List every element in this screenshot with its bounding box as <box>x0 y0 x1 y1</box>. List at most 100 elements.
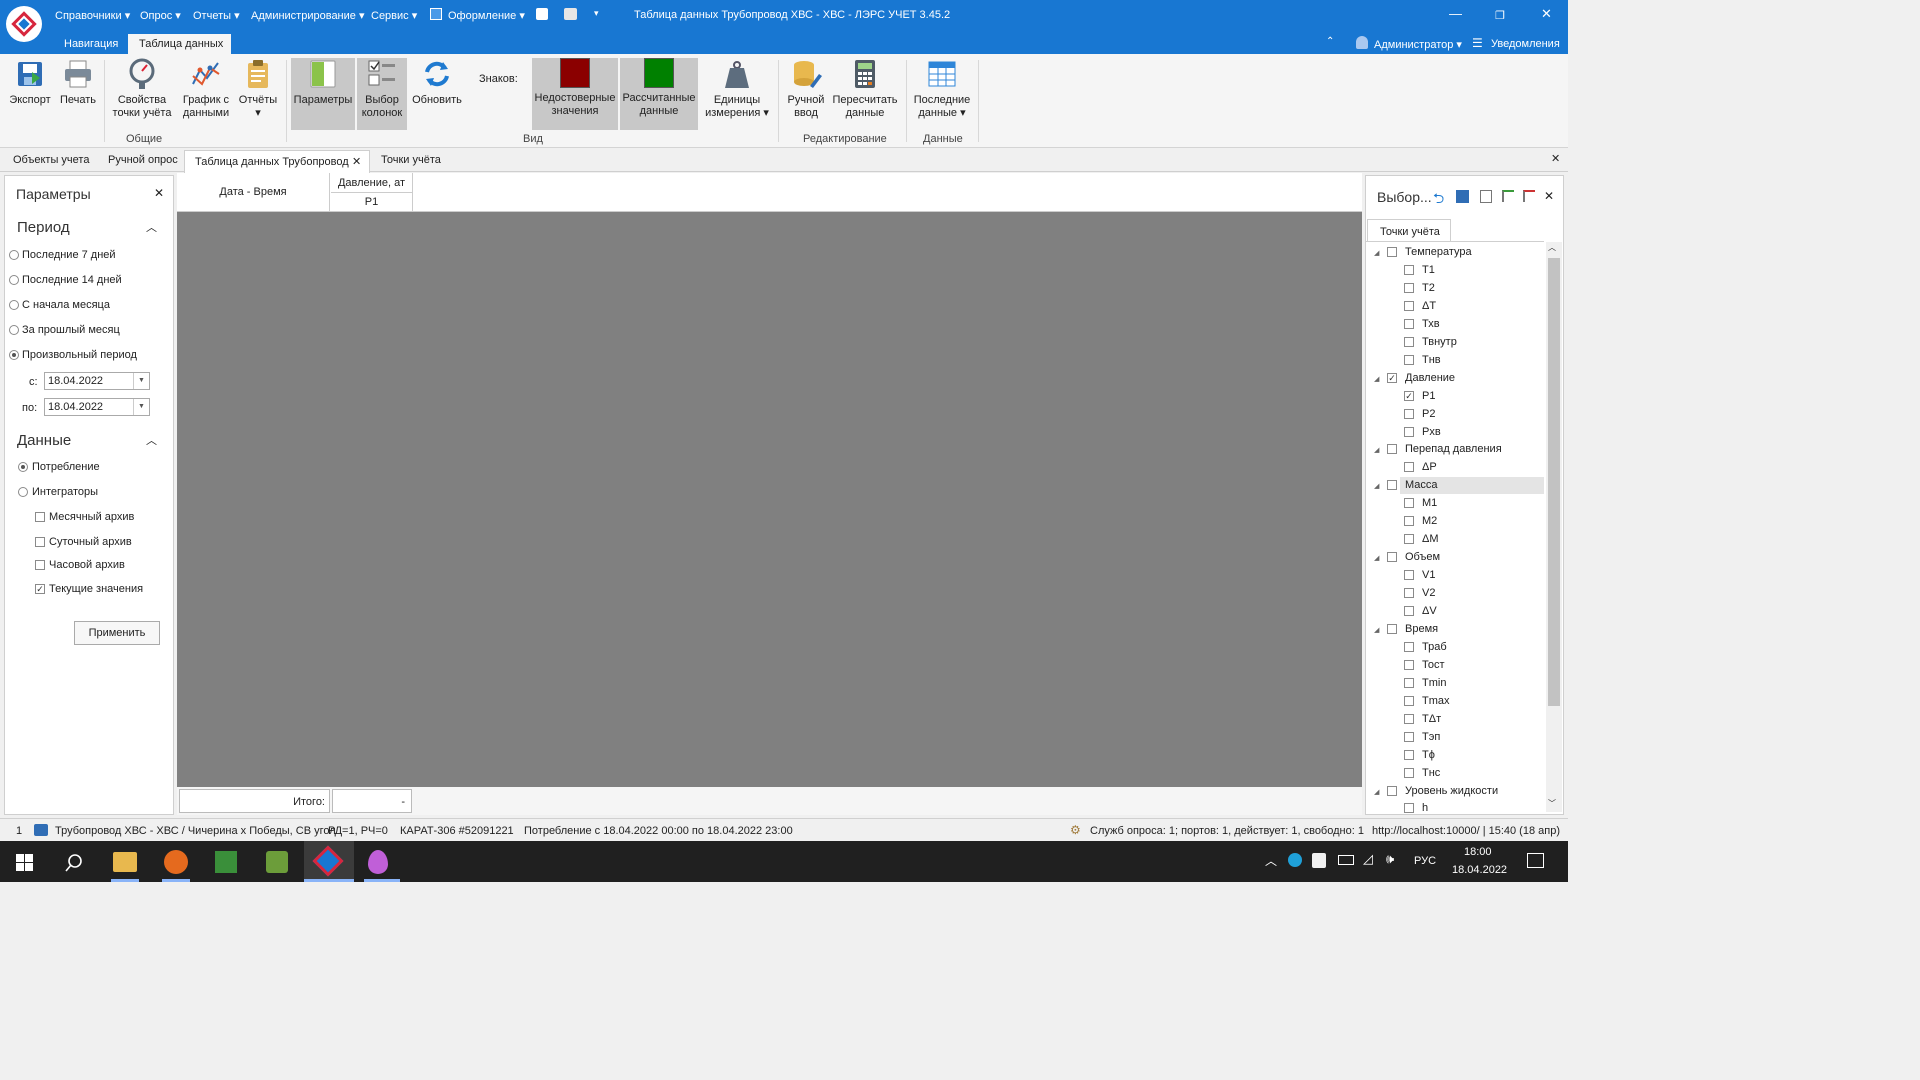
tree-item-checkbox[interactable] <box>1404 408 1414 419</box>
tree-item-label[interactable]: P1 <box>1422 390 1435 402</box>
firefox-icon[interactable] <box>164 850 188 874</box>
quick-access-dropdown-icon[interactable]: ▾ <box>594 8 599 19</box>
scroll-up-icon[interactable]: ︿ <box>1548 242 1556 253</box>
user-menu[interactable]: Администратор ▾ <box>1374 38 1462 51</box>
expand-all-icon[interactable] <box>1502 190 1514 202</box>
radio-consumption[interactable] <box>18 462 28 472</box>
tree-item-checkbox[interactable] <box>1404 659 1414 670</box>
tree-item-checkbox[interactable] <box>1404 767 1414 778</box>
tree-item-label[interactable]: ΔT <box>1422 300 1436 312</box>
tree-item-checkbox[interactable] <box>1404 606 1414 616</box>
clock-date[interactable]: 18.04.2022 <box>1452 864 1507 876</box>
doc-tab-objects[interactable]: Объекты учета <box>13 154 89 166</box>
tree-item-label[interactable]: M2 <box>1422 515 1437 527</box>
tree-item-label[interactable]: V2 <box>1422 587 1435 599</box>
tree-item-checkbox[interactable] <box>1404 282 1414 293</box>
print-quick-icon[interactable] <box>564 8 577 20</box>
radio-integrators[interactable] <box>18 487 28 497</box>
tab-metering-points[interactable]: Точки учёта <box>1367 219 1451 241</box>
tree-group-label[interactable]: Время <box>1405 623 1438 635</box>
tree-item-label[interactable]: Тнв <box>1422 354 1441 366</box>
tree-item-label[interactable]: Тэп <box>1422 731 1440 743</box>
tree-group-label[interactable]: Объем <box>1405 551 1440 563</box>
expand-arrow-icon[interactable]: ◢ <box>1374 554 1379 562</box>
export-button[interactable]: Экспорт <box>6 58 54 128</box>
tree-item-label[interactable]: ΔM <box>1422 533 1439 545</box>
language-indicator[interactable]: РУС <box>1414 855 1436 867</box>
chevron-down-icon[interactable]: ▼ <box>133 399 149 415</box>
tree-item-label[interactable]: Тхв <box>1422 318 1440 330</box>
tree-group-checkbox[interactable] <box>1387 623 1397 634</box>
spreadsheet-app-icon[interactable] <box>215 851 237 873</box>
doc-tab-points[interactable]: Точки учёта <box>381 154 441 166</box>
menu-poll[interactable]: Опрос ▾ <box>140 9 181 22</box>
expand-arrow-icon[interactable]: ◢ <box>1374 249 1379 257</box>
expand-arrow-icon[interactable]: ◢ <box>1374 446 1379 454</box>
notification-center-icon[interactable] <box>1527 853 1544 868</box>
tree-item-label[interactable]: Тϕ <box>1422 749 1435 761</box>
tree-item-checkbox[interactable] <box>1404 336 1414 347</box>
tree-item-label[interactable]: Tmin <box>1422 677 1446 689</box>
tree-group-checkbox[interactable] <box>1387 247 1397 257</box>
notifications-button[interactable]: Уведомления <box>1491 38 1560 50</box>
radio-14days[interactable] <box>9 275 19 285</box>
close-tab-icon[interactable]: ✕ <box>352 155 361 168</box>
scroll-down-icon[interactable]: ﹀ <box>1548 798 1556 809</box>
clock-time[interactable]: 18:00 <box>1464 846 1492 858</box>
tree-item-checkbox[interactable] <box>1404 695 1414 706</box>
close-selection-icon[interactable]: ✕ <box>1544 189 1554 203</box>
tree-group-checkbox[interactable] <box>1387 480 1397 491</box>
tree-item-label[interactable]: h <box>1422 802 1428 814</box>
checkbox-hourly[interactable] <box>35 560 45 570</box>
apply-button[interactable]: Применить <box>74 621 160 645</box>
doc-tab-manual-poll[interactable]: Ручной опрос <box>108 154 178 166</box>
expand-arrow-icon[interactable]: ◢ <box>1374 482 1379 490</box>
tree-group-label[interactable]: Уровень жидкости <box>1405 785 1498 797</box>
volume-icon[interactable]: 🕪 <box>1386 851 1394 867</box>
recalculate-button[interactable]: Пересчитать данные <box>830 58 900 128</box>
tree-item-checkbox[interactable] <box>1404 588 1414 599</box>
expand-arrow-icon[interactable]: ◢ <box>1374 626 1379 634</box>
tree-item-label[interactable]: V1 <box>1422 569 1435 581</box>
tab-navigation[interactable]: Навигация <box>64 38 118 50</box>
print-button[interactable]: Печать <box>56 58 100 128</box>
last-data-button[interactable]: Последние данные ▾ <box>912 58 972 128</box>
tree-group-checkbox[interactable]: ✓ <box>1387 372 1397 383</box>
radio-custom-period[interactable] <box>9 350 19 360</box>
search-icon[interactable] <box>64 853 86 875</box>
windows-app-icon[interactable] <box>266 851 288 873</box>
unreliable-values-button[interactable]: Недостоверные значения <box>532 58 618 130</box>
tree-item-label[interactable]: M1 <box>1422 497 1437 509</box>
radio-last-month[interactable] <box>9 325 19 335</box>
tab-data-table[interactable]: Таблица данных <box>128 34 231 56</box>
tree-item-checkbox[interactable] <box>1404 677 1414 688</box>
from-date-input[interactable]: 18.04.2022 ▼ <box>44 372 150 390</box>
tree-group-label[interactable]: Температура <box>1405 246 1472 258</box>
scrollbar-thumb[interactable] <box>1548 258 1560 706</box>
collapse-ribbon-icon[interactable]: ⌃ <box>1326 36 1334 47</box>
menu-theme[interactable]: Оформление ▾ <box>448 9 525 22</box>
collapse-all-icon[interactable] <box>1523 190 1535 202</box>
close-panel-icon[interactable]: ✕ <box>154 186 164 200</box>
save-selection-icon[interactable] <box>1456 190 1469 203</box>
tree-group-label[interactable]: Давление <box>1405 372 1455 384</box>
edit-selection-icon[interactable] <box>1480 190 1492 203</box>
tree-item-label[interactable]: TΔт <box>1422 713 1441 725</box>
manual-input-button[interactable]: Ручной ввод <box>784 58 828 128</box>
restore-icon[interactable]: ❐ <box>1495 9 1505 22</box>
calculated-data-button[interactable]: Рассчитанные данные <box>620 58 698 130</box>
tree-item-label[interactable]: Тнс <box>1422 767 1440 779</box>
tree-item-checkbox[interactable] <box>1404 498 1414 509</box>
column-select-button[interactable]: Выбор колонок <box>357 58 407 130</box>
close-all-tabs-icon[interactable]: ✕ <box>1551 152 1560 165</box>
battery-icon[interactable] <box>1338 855 1354 865</box>
tree-group-label[interactable]: Масса <box>1405 479 1438 491</box>
menu-admin[interactable]: Администрирование ▾ <box>251 9 364 22</box>
column-group-pressure[interactable]: Давление, ат <box>331 173 413 193</box>
tree-item-label[interactable]: T1 <box>1422 264 1435 276</box>
checkbox-monthly[interactable] <box>35 512 45 522</box>
tree-item-label[interactable]: ΔV <box>1422 605 1437 617</box>
parameters-button[interactable]: Параметры <box>291 58 355 130</box>
windows-start-icon[interactable] <box>16 854 33 871</box>
tree-group-checkbox[interactable] <box>1387 785 1397 796</box>
